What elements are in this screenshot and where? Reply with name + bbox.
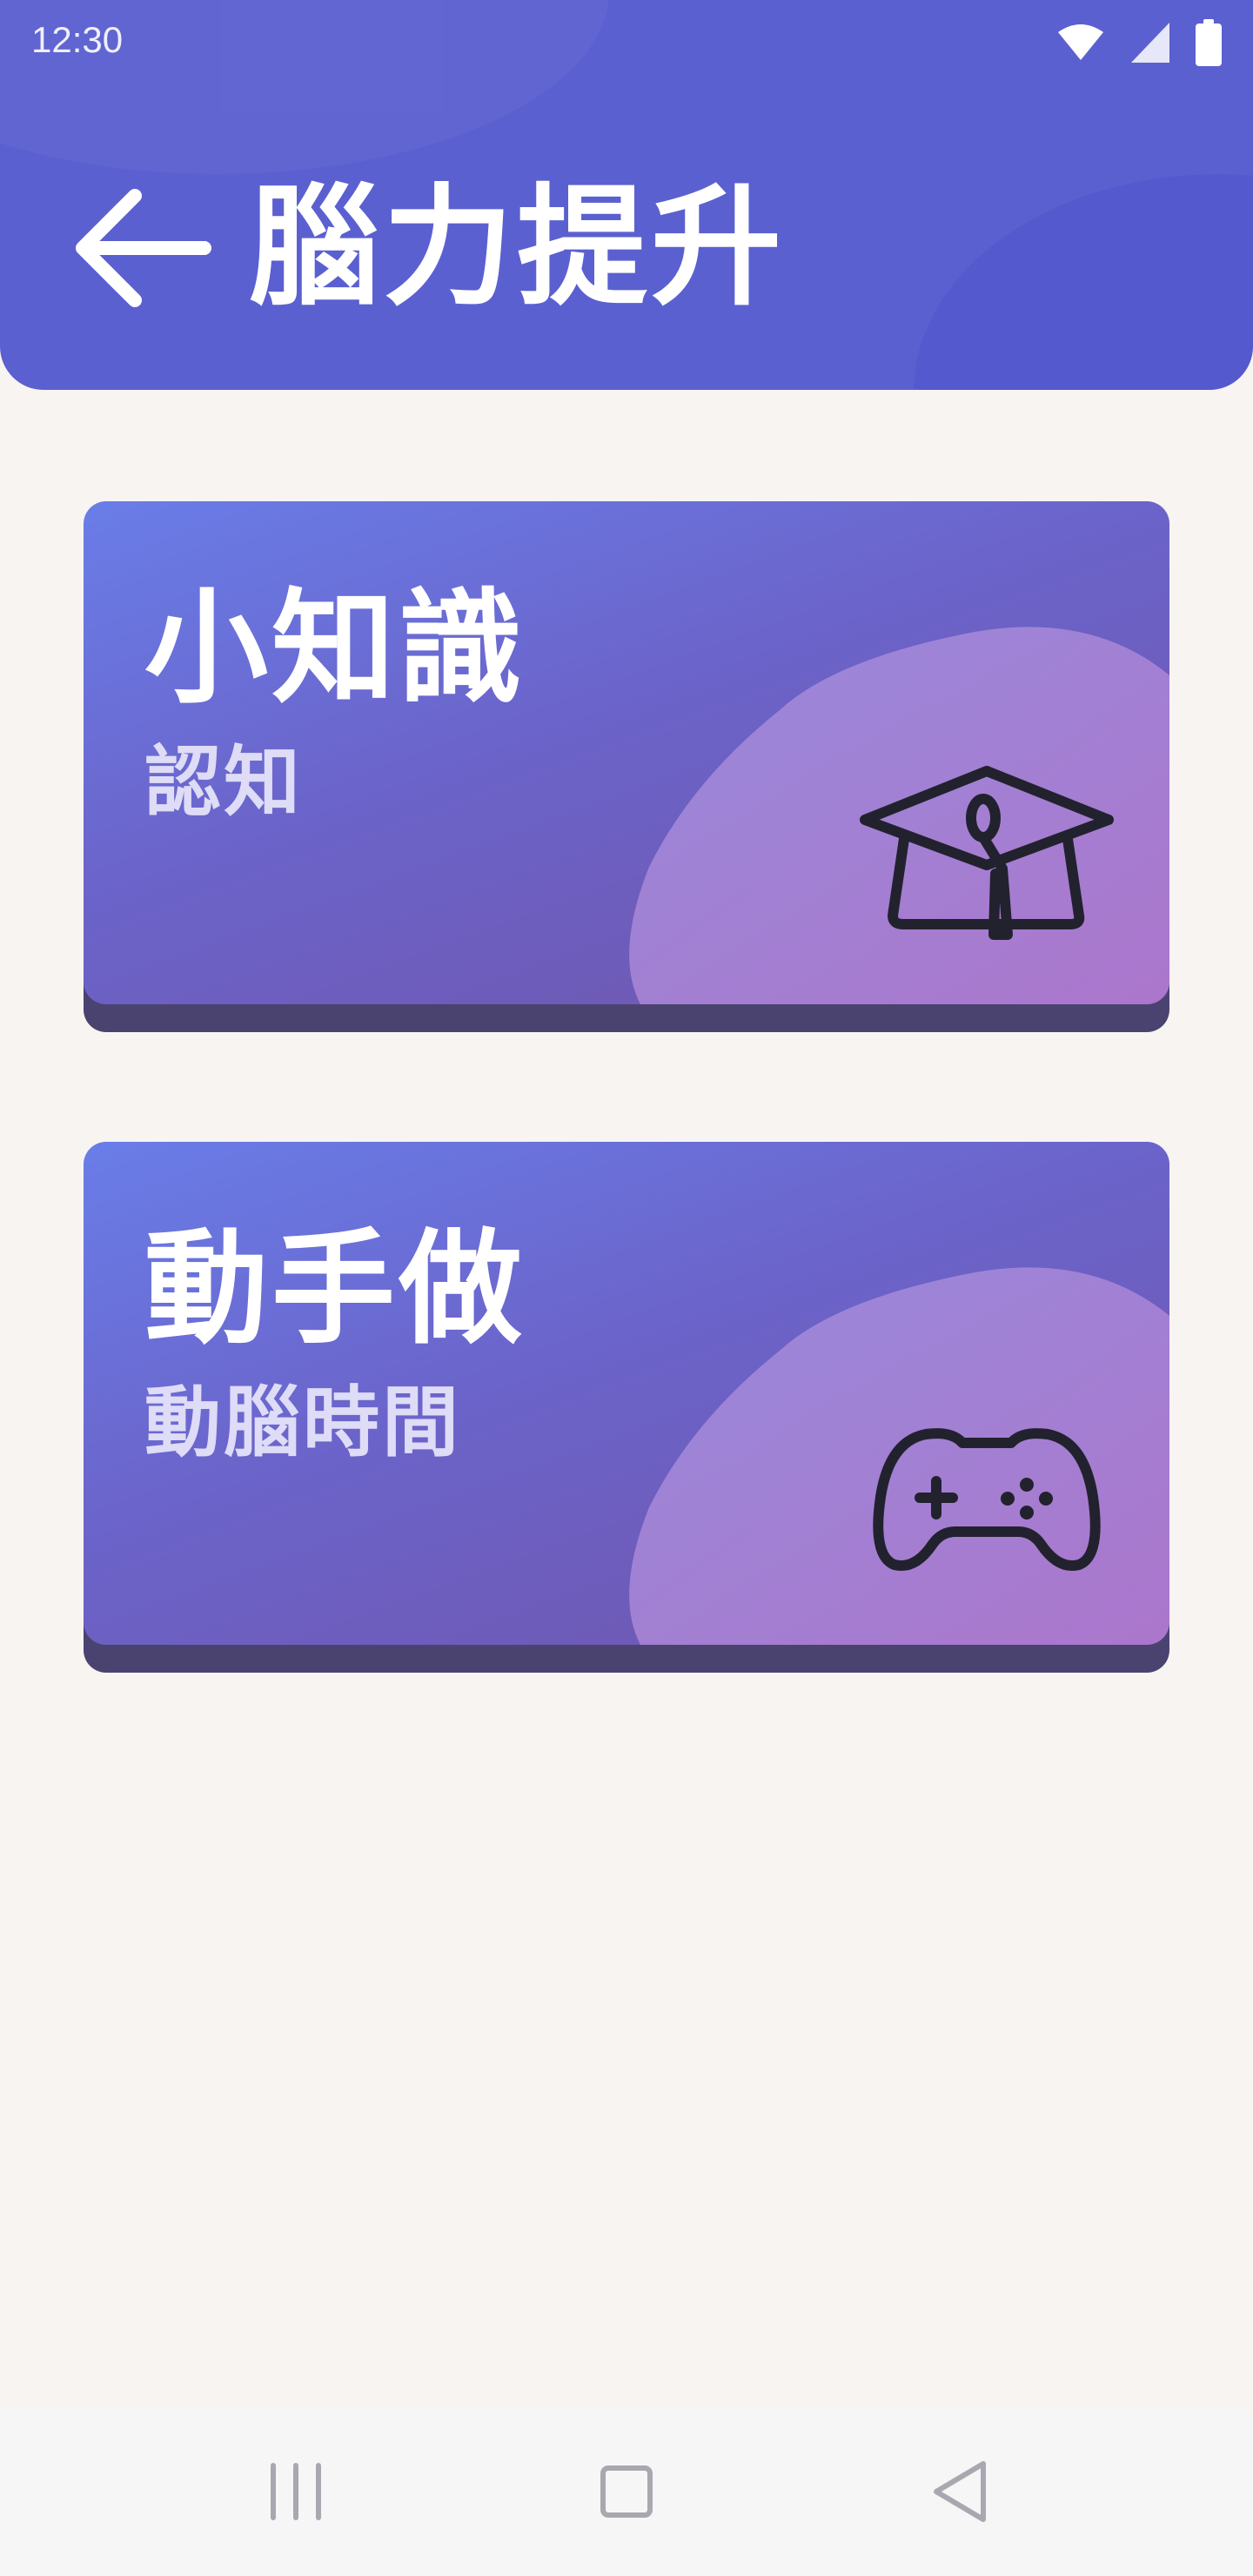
graduation-cap-icon xyxy=(860,766,1114,940)
back-button[interactable] xyxy=(70,183,218,313)
gamepad-icon xyxy=(873,1428,1101,1571)
card-subtitle: 動腦時間 xyxy=(144,1378,462,1467)
home-button[interactable] xyxy=(557,2444,696,2539)
battery-icon xyxy=(1196,19,1222,66)
handson-card[interactable]: 動手做 動腦時間 xyxy=(84,1142,1169,1645)
card-subtitle: 認知 xyxy=(144,737,304,827)
home-icon xyxy=(600,2465,653,2518)
app-header: 12:30 腦力提升 xyxy=(0,0,1253,390)
status-time: 12:30 xyxy=(31,19,124,60)
status-icons xyxy=(1056,19,1222,66)
recents-icon xyxy=(271,2463,321,2520)
card-title: 動手做 xyxy=(144,1218,526,1361)
header-decoration xyxy=(914,174,1253,390)
wifi-icon xyxy=(1058,24,1103,60)
page-title: 腦力提升 xyxy=(249,172,786,324)
nav-back-button[interactable] xyxy=(891,2444,1030,2539)
back-triangle-icon xyxy=(934,2461,986,2522)
system-nav-bar xyxy=(0,2409,1253,2576)
knowledge-card[interactable]: 小知識 認知 xyxy=(84,501,1169,1004)
recents-button[interactable] xyxy=(226,2444,365,2539)
knowledge-card-wrapper: 小知識 認知 xyxy=(84,501,1169,1032)
card-title: 小知識 xyxy=(144,577,526,721)
signal-icon xyxy=(1131,23,1169,63)
arrow-left-icon xyxy=(76,189,211,307)
handson-card-wrapper: 動手做 動腦時間 xyxy=(84,1142,1169,1673)
